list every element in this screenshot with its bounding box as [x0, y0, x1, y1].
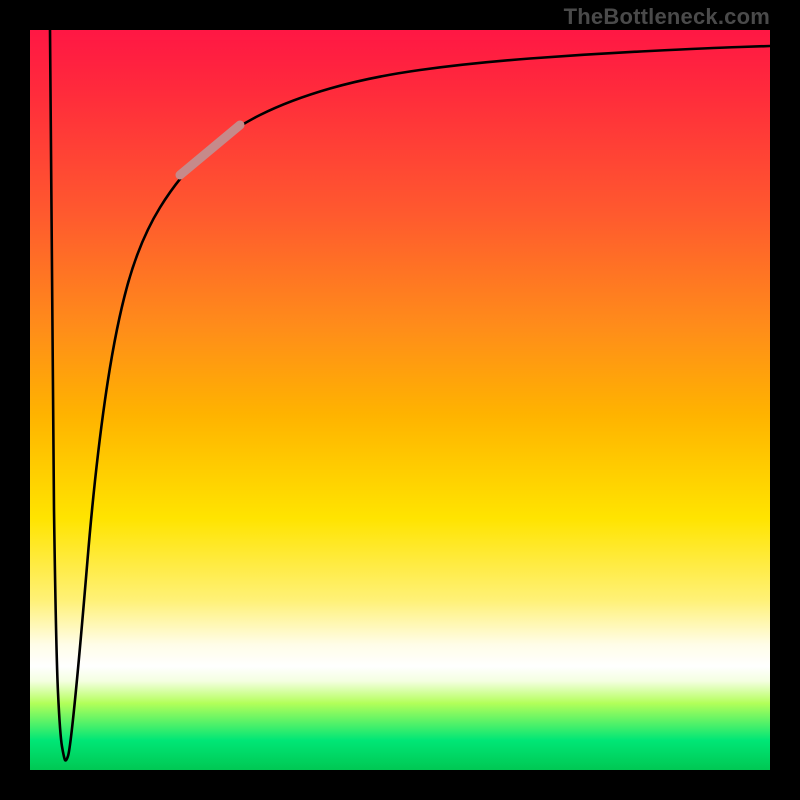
main-curve	[50, 30, 770, 761]
chart-frame: TheBottleneck.com	[0, 0, 800, 800]
highlight-segment	[180, 125, 240, 175]
curve-svg	[30, 30, 770, 770]
watermark-text: TheBottleneck.com	[564, 4, 770, 30]
plot-area	[30, 30, 770, 770]
